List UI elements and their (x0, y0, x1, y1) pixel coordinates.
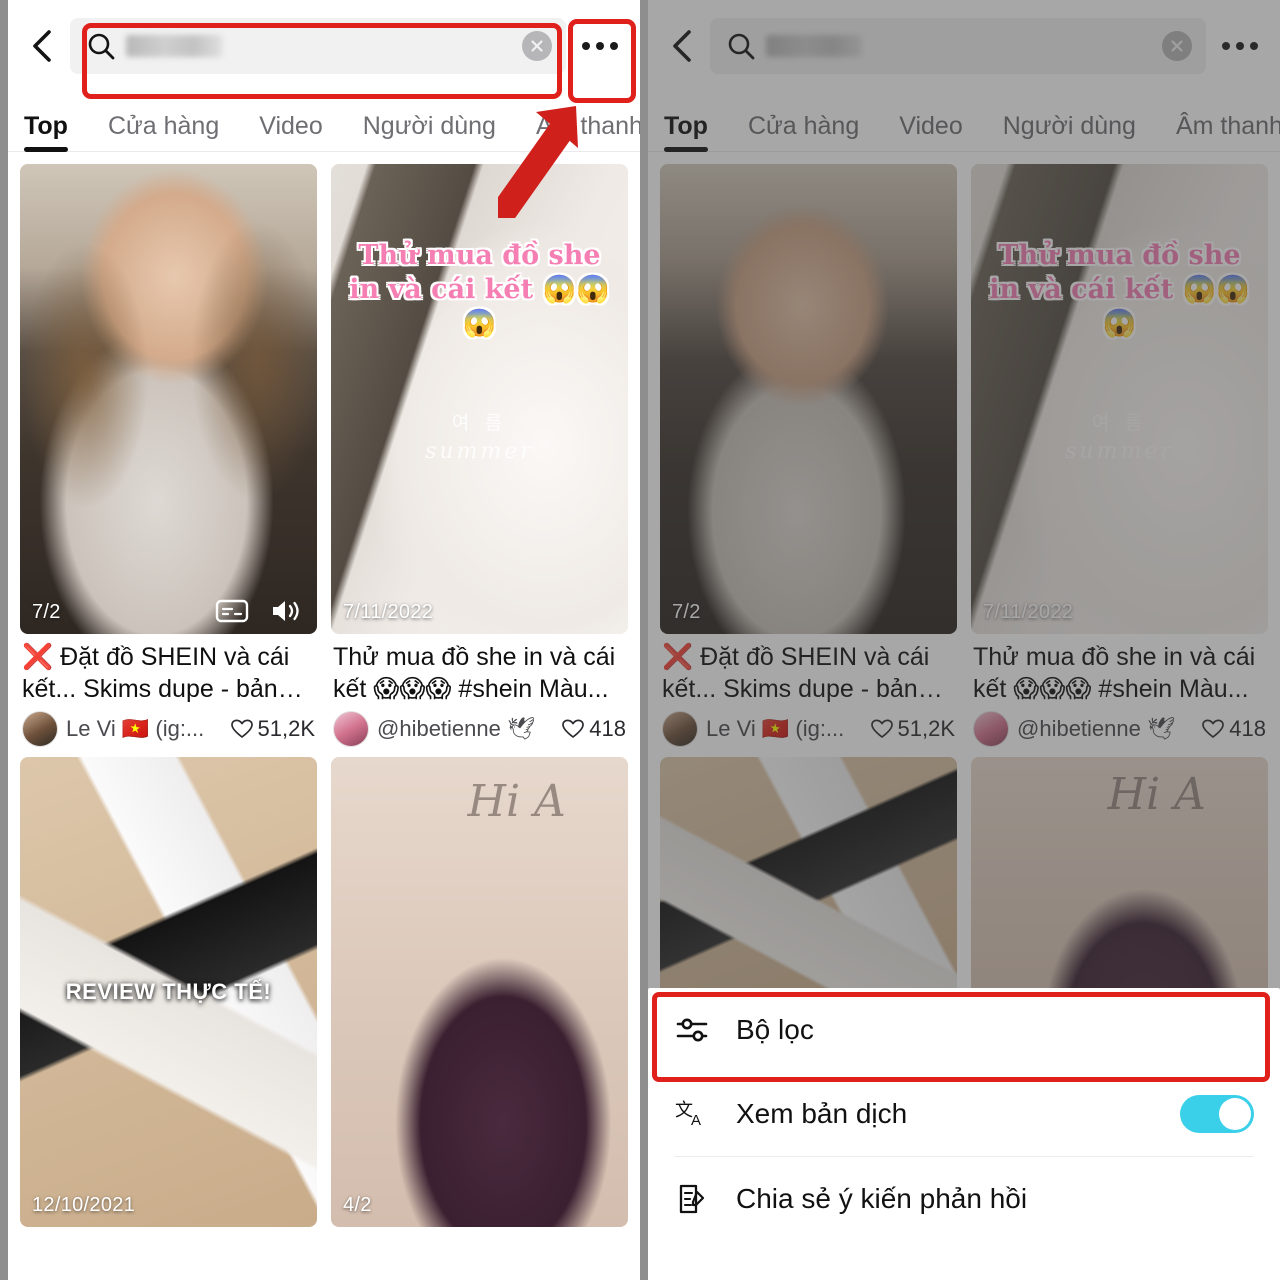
watermark-korean: 여 름 (451, 413, 508, 435)
thumbnail-date: 7/11/2022 (343, 601, 434, 623)
result-card[interactable]: Hi A 4/2 (331, 757, 628, 1227)
video-thumbnail[interactable]: REVIEW THỰC TẾ! 12/10/2021 (20, 757, 317, 1227)
right-phone-panel: Shein Top Cửa hàng Video Người dùng Âm t… (648, 0, 1280, 1280)
result-card[interactable]: Thử mua đồ she in và cái kết 😱😱😱 여 름 sum… (331, 164, 628, 747)
avatar[interactable] (22, 711, 58, 747)
closed-caption-icon (215, 599, 249, 623)
tab-cua-hang[interactable]: Cửa hàng (108, 112, 219, 151)
left-edge-gutter (0, 0, 8, 1280)
search-icon (84, 31, 118, 61)
thumbnail-watermark: 여 름 summer (331, 408, 628, 464)
card-meta: Le Vi 🇻🇳 (ig:... 51,2K (22, 711, 315, 747)
menu-item-filter[interactable]: Bộ lọc (648, 988, 1280, 1072)
volume-icon (273, 601, 299, 621)
search-input[interactable]: Shein (70, 18, 566, 74)
left-phone-panel: Shein Top Cửa hàng Video Người dùng Âm t… (8, 0, 640, 1280)
tab-nguoi-dung[interactable]: Người dùng (363, 112, 496, 151)
result-card[interactable]: REVIEW THỰC TẾ! 12/10/2021 (20, 757, 317, 1227)
menu-item-view-translation[interactable]: 文 A Xem bản dịch (648, 1072, 1280, 1156)
heart-icon (562, 719, 585, 738)
thumbnail-overlay-text: Thử mua đồ she in và cái kết 😱😱😱 (349, 240, 610, 339)
toggle-knob (1219, 1098, 1251, 1130)
tab-top[interactable]: Top (24, 112, 68, 152)
result-card[interactable]: 7/2 ❌ Đặt đồ SHEIN và cái kết... Skims d… (20, 164, 317, 747)
menu-item-label: Chia sẻ ý kiến phản hồi (736, 1183, 1028, 1214)
card-caption: ❌ Đặt đồ SHEIN và cái kết... Skims dupe … (20, 634, 317, 747)
card-title: Thử mua đồ she in và cái kết 😱😱😱 #shein … (333, 643, 616, 703)
thumbnail-date: 7/2 (32, 601, 61, 623)
author-name[interactable]: @hibetienne 🕊 (377, 716, 554, 742)
screenshot-stage: Shein Top Cửa hàng Video Người dùng Âm t… (0, 0, 1280, 1280)
thumbnail-bag-shape (331, 164, 628, 634)
thumbnail-date: 4/2 (343, 1194, 372, 1216)
search-tabs: Top Cửa hàng Video Người dùng Âm thanh (8, 92, 640, 152)
x-emoji: ❌ (22, 643, 54, 671)
card-title: ❌ Đặt đồ SHEIN và cái kết... Skims dupe … (22, 643, 290, 703)
search-header: Shein (8, 0, 640, 92)
tab-video[interactable]: Video (259, 112, 323, 151)
more-options-button[interactable] (574, 20, 626, 72)
menu-item-label: Bộ lọc (736, 1014, 814, 1045)
video-thumbnail[interactable]: Thử mua đồ she in và cái kết 😱😱😱 여 름 sum… (331, 164, 628, 634)
menu-item-label: Xem bản dịch (736, 1098, 908, 1129)
avatar[interactable] (333, 711, 369, 747)
thumbnail-status-icons (215, 596, 303, 626)
tab-am-thanh[interactable]: Âm thanh (536, 112, 640, 151)
thumbnail-person (331, 757, 628, 1227)
svg-text:A: A (691, 1112, 701, 1129)
like-count: 418 (562, 716, 626, 742)
translation-toggle[interactable] (1180, 1095, 1254, 1133)
author-name[interactable]: Le Vi 🇻🇳 (ig:... (66, 716, 223, 742)
feedback-note-icon (674, 1183, 710, 1215)
video-thumbnail[interactable]: 7/2 (20, 164, 317, 634)
chevron-left-icon (33, 30, 51, 62)
clear-search-icon[interactable] (522, 31, 552, 61)
heart-icon (230, 719, 253, 738)
translate-icon: 文 A (674, 1098, 710, 1130)
options-bottom-sheet: Bộ lọc 文 A Xem bản dịch Chia sẻ ý kiến p… (648, 988, 1280, 1280)
card-caption: Thử mua đồ she in và cái kết 😱😱😱 #shein … (331, 634, 628, 747)
back-button[interactable] (18, 22, 66, 70)
thumbnail-hair-shading (20, 164, 317, 634)
panel-divider (640, 0, 648, 1280)
card-meta: @hibetienne 🕊 418 (333, 711, 626, 747)
video-thumbnail[interactable]: Hi A 4/2 (331, 757, 628, 1227)
like-count: 51,2K (230, 716, 315, 742)
more-horizontal-icon (582, 42, 590, 50)
sliders-icon (674, 1015, 710, 1045)
menu-item-send-feedback[interactable]: Chia sẻ ý kiến phản hồi (648, 1157, 1280, 1241)
thumbnail-overlay-text: REVIEW THỰC TẾ! (65, 979, 272, 1004)
watermark-english: summer (425, 439, 534, 465)
thumbnail-date: 12/10/2021 (32, 1194, 136, 1216)
results-grid: 7/2 ❌ Đặt đồ SHEIN và cái kết... Skims d… (8, 152, 640, 1227)
search-query-value: Shein (126, 35, 222, 57)
